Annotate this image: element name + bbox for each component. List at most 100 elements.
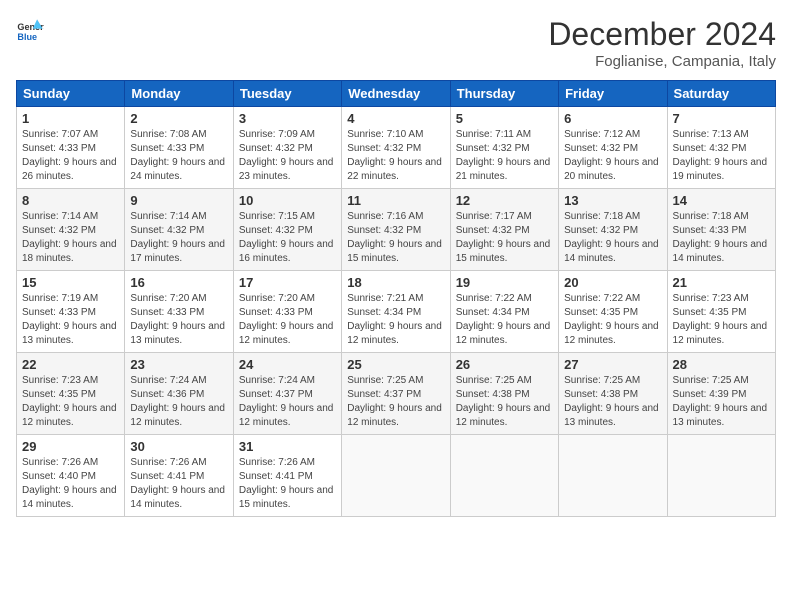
calendar-cell: 19Sunrise: 7:22 AMSunset: 4:34 PMDayligh…: [450, 271, 558, 353]
day-number: 7: [673, 111, 770, 126]
day-info: Sunrise: 7:23 AMSunset: 4:35 PMDaylight:…: [22, 374, 119, 430]
weekday-header-friday: Friday: [559, 81, 667, 107]
calendar-week-row: 22 Sunrise: 7:23 AMSunset: 4:35 PMDayligh…: [17, 353, 776, 435]
day-number: 20: [564, 275, 661, 290]
calendar-cell: 20 Sunrise: 7:22 AMSunset: 4:35 PMDayligh…: [559, 271, 667, 353]
day-info: Sunrise: 7:25 AMSunset: 4:38 PMDaylight:…: [564, 374, 661, 430]
calendar-cell: 10Sunrise: 7:15 AMSunset: 4:32 PMDayligh…: [233, 189, 341, 271]
calendar-cell: 21Sunrise: 7:23 AMSunset: 4:35 PMDayligh…: [667, 271, 775, 353]
day-info: Sunrise: 7:09 AMSunset: 4:32 PMDaylight:…: [239, 128, 336, 184]
calendar-cell: 18Sunrise: 7:21 AMSunset: 4:34 PMDayligh…: [342, 271, 450, 353]
day-info: Sunrise: 7:25 AMSunset: 4:38 PMDaylight:…: [456, 374, 553, 430]
day-info: Sunrise: 7:14 AMSunset: 4:32 PMDaylight:…: [22, 210, 119, 266]
day-info: Sunrise: 7:26 AMSunset: 4:41 PMDaylight:…: [130, 456, 227, 512]
calendar-week-row: 8 Sunrise: 7:14 AMSunset: 4:32 PMDaylight…: [17, 189, 776, 271]
day-info: Sunrise: 7:08 AMSunset: 4:33 PMDaylight:…: [130, 128, 227, 184]
weekday-header-wednesday: Wednesday: [342, 81, 450, 107]
weekday-header-saturday: Saturday: [667, 81, 775, 107]
day-number: 12: [456, 193, 553, 208]
day-number: 25: [347, 357, 444, 372]
day-number: 2: [130, 111, 227, 126]
calendar-week-row: 15 Sunrise: 7:19 AMSunset: 4:33 PMDayligh…: [17, 271, 776, 353]
day-info: Sunrise: 7:16 AMSunset: 4:32 PMDaylight:…: [347, 210, 444, 266]
calendar-cell: 1Sunrise: 7:07 AMSunset: 4:33 PMDaylight…: [17, 107, 125, 189]
calendar-cell: [342, 435, 450, 517]
calendar-cell: 2 Sunrise: 7:08 AMSunset: 4:33 PMDaylight…: [125, 107, 233, 189]
day-info: Sunrise: 7:11 AMSunset: 4:32 PMDaylight:…: [456, 128, 553, 184]
calendar-body: 1Sunrise: 7:07 AMSunset: 4:33 PMDaylight…: [17, 107, 776, 517]
calendar-cell: 6Sunrise: 7:12 AMSunset: 4:32 PMDaylight…: [559, 107, 667, 189]
location-subtitle: Foglianise, Campania, Italy: [548, 53, 776, 70]
calendar-cell: 12 Sunrise: 7:17 AMSunset: 4:32 PMDayligh…: [450, 189, 558, 271]
weekday-header-sunday: Sunday: [17, 81, 125, 107]
day-number: 26: [456, 357, 553, 372]
calendar-cell: 11Sunrise: 7:16 AMSunset: 4:32 PMDayligh…: [342, 189, 450, 271]
day-number: 22: [22, 357, 119, 372]
day-number: 29: [22, 439, 119, 454]
day-number: 13: [564, 193, 661, 208]
calendar-cell: 3 Sunrise: 7:09 AMSunset: 4:32 PMDaylight…: [233, 107, 341, 189]
calendar-cell: 24 Sunrise: 7:24 AMSunset: 4:37 PMDayligh…: [233, 353, 341, 435]
logo: General Blue: [16, 16, 44, 44]
day-number: 23: [130, 357, 227, 372]
day-number: 9: [130, 193, 227, 208]
calendar-cell: 7 Sunrise: 7:13 AMSunset: 4:32 PMDaylight…: [667, 107, 775, 189]
day-info: Sunrise: 7:13 AMSunset: 4:32 PMDaylight:…: [673, 128, 770, 184]
weekday-header-tuesday: Tuesday: [233, 81, 341, 107]
calendar-cell: [450, 435, 558, 517]
calendar-table: SundayMondayTuesdayWednesdayThursdayFrid…: [16, 80, 776, 517]
day-number: 17: [239, 275, 336, 290]
calendar-cell: 13Sunrise: 7:18 AMSunset: 4:32 PMDayligh…: [559, 189, 667, 271]
calendar-week-row: 29 Sunrise: 7:26 AMSunset: 4:40 PMDayligh…: [17, 435, 776, 517]
calendar-cell: 27 Sunrise: 7:25 AMSunset: 4:38 PMDayligh…: [559, 353, 667, 435]
calendar-cell: 25 Sunrise: 7:25 AMSunset: 4:37 PMDayligh…: [342, 353, 450, 435]
calendar-cell: 9Sunrise: 7:14 AMSunset: 4:32 PMDaylight…: [125, 189, 233, 271]
day-info: Sunrise: 7:19 AMSunset: 4:33 PMDaylight:…: [22, 292, 119, 348]
weekday-header-thursday: Thursday: [450, 81, 558, 107]
title-area: December 2024 Foglianise, Campania, Ital…: [548, 16, 776, 70]
calendar-cell: 29 Sunrise: 7:26 AMSunset: 4:40 PMDayligh…: [17, 435, 125, 517]
calendar-cell: 22 Sunrise: 7:23 AMSunset: 4:35 PMDayligh…: [17, 353, 125, 435]
day-info: Sunrise: 7:24 AMSunset: 4:36 PMDaylight:…: [130, 374, 227, 430]
day-number: 3: [239, 111, 336, 126]
day-info: Sunrise: 7:10 AMSunset: 4:32 PMDaylight:…: [347, 128, 444, 184]
day-info: Sunrise: 7:26 AMSunset: 4:41 PMDaylight:…: [239, 456, 336, 512]
month-year-title: December 2024: [548, 16, 776, 53]
day-info: Sunrise: 7:25 AMSunset: 4:37 PMDaylight:…: [347, 374, 444, 430]
day-number: 14: [673, 193, 770, 208]
day-info: Sunrise: 7:26 AMSunset: 4:40 PMDaylight:…: [22, 456, 119, 512]
day-info: Sunrise: 7:07 AMSunset: 4:33 PMDaylight:…: [22, 128, 119, 184]
day-number: 27: [564, 357, 661, 372]
day-info: Sunrise: 7:22 AMSunset: 4:34 PMDaylight:…: [456, 292, 553, 348]
day-info: Sunrise: 7:23 AMSunset: 4:35 PMDaylight:…: [673, 292, 770, 348]
calendar-cell: 4 Sunrise: 7:10 AMSunset: 4:32 PMDaylight…: [342, 107, 450, 189]
day-info: Sunrise: 7:24 AMSunset: 4:37 PMDaylight:…: [239, 374, 336, 430]
day-info: Sunrise: 7:12 AMSunset: 4:32 PMDaylight:…: [564, 128, 661, 184]
day-number: 24: [239, 357, 336, 372]
calendar-week-row: 1Sunrise: 7:07 AMSunset: 4:33 PMDaylight…: [17, 107, 776, 189]
day-number: 30: [130, 439, 227, 454]
day-number: 10: [239, 193, 336, 208]
day-info: Sunrise: 7:18 AMSunset: 4:33 PMDaylight:…: [673, 210, 770, 266]
day-number: 28: [673, 357, 770, 372]
day-number: 16: [130, 275, 227, 290]
weekday-header-row: SundayMondayTuesdayWednesdayThursdayFrid…: [17, 81, 776, 107]
calendar-cell: 15 Sunrise: 7:19 AMSunset: 4:33 PMDayligh…: [17, 271, 125, 353]
day-number: 31: [239, 439, 336, 454]
day-number: 8: [22, 193, 119, 208]
calendar-cell: 5Sunrise: 7:11 AMSunset: 4:32 PMDaylight…: [450, 107, 558, 189]
calendar-cell: 16 Sunrise: 7:20 AMSunset: 4:33 PMDayligh…: [125, 271, 233, 353]
calendar-cell: [559, 435, 667, 517]
day-info: Sunrise: 7:17 AMSunset: 4:32 PMDaylight:…: [456, 210, 553, 266]
calendar-cell: 17 Sunrise: 7:20 AMSunset: 4:33 PMDayligh…: [233, 271, 341, 353]
calendar-cell: 8 Sunrise: 7:14 AMSunset: 4:32 PMDaylight…: [17, 189, 125, 271]
day-number: 15: [22, 275, 119, 290]
day-info: Sunrise: 7:22 AMSunset: 4:35 PMDaylight:…: [564, 292, 661, 348]
day-info: Sunrise: 7:20 AMSunset: 4:33 PMDaylight:…: [239, 292, 336, 348]
calendar-cell: 31 Sunrise: 7:26 AMSunset: 4:41 PMDayligh…: [233, 435, 341, 517]
day-number: 4: [347, 111, 444, 126]
logo-icon: General Blue: [16, 16, 44, 44]
day-info: Sunrise: 7:25 AMSunset: 4:39 PMDaylight:…: [673, 374, 770, 430]
day-info: Sunrise: 7:21 AMSunset: 4:34 PMDaylight:…: [347, 292, 444, 348]
day-info: Sunrise: 7:20 AMSunset: 4:33 PMDaylight:…: [130, 292, 227, 348]
